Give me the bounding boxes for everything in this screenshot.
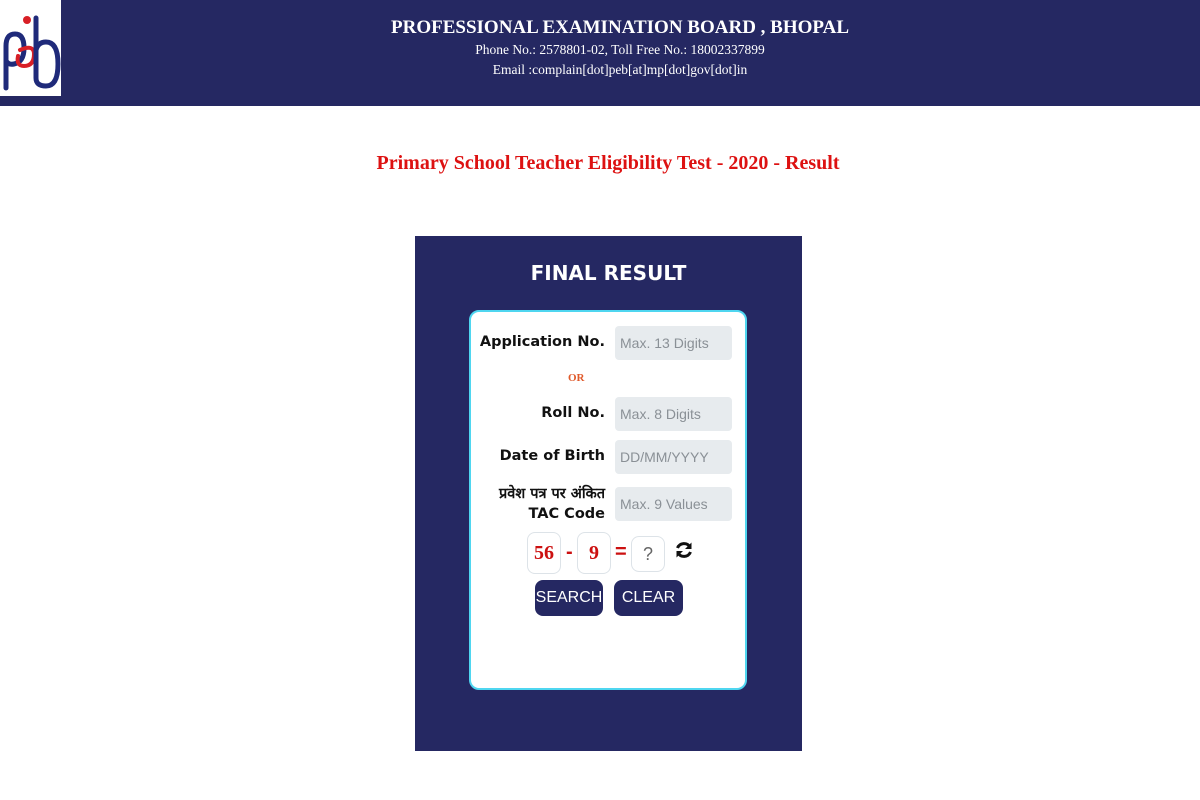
- phone-line: Phone No.: 2578801-02, Toll Free No.: 18…: [475, 42, 765, 57]
- refresh-icon[interactable]: [674, 540, 694, 565]
- captcha-operand-1: 56: [527, 532, 561, 574]
- roll-no-label: Roll No.: [541, 405, 605, 421]
- peb-logo[interactable]: [0, 0, 61, 96]
- application-no-label: Application No.: [479, 334, 605, 350]
- captcha-equals: =: [615, 541, 627, 563]
- tac-code-label: प्रवेश पत्र पर अंकित TAC Code: [499, 484, 605, 524]
- email-line: Email :complain[dot]peb[at]mp[dot]gov[do…: [492, 62, 748, 77]
- search-form-card: Application No. OR Roll No. Date of Birt…: [469, 310, 747, 690]
- or-separator: OR: [568, 372, 585, 384]
- org-name: PROFESSIONAL EXAMINATION BOARD , BHOPAL: [391, 17, 849, 38]
- dob-label: Date of Birth: [499, 448, 605, 464]
- tac-label-hindi: प्रवेश पत्र पर अंकित: [499, 486, 605, 502]
- tac-label-english: TAC Code: [528, 506, 606, 522]
- roll-no-input[interactable]: [615, 397, 732, 431]
- captcha-operand-2: 9: [577, 532, 611, 574]
- search-button[interactable]: SEARCH: [535, 580, 603, 616]
- captcha-operator: -: [566, 541, 573, 563]
- site-header: PROFESSIONAL EXAMINATION BOARD , BHOPAL …: [0, 0, 1200, 106]
- result-panel: FINAL RESULT Application No. OR Roll No.…: [415, 236, 802, 751]
- panel-heading: FINAL RESULT: [530, 261, 687, 285]
- captcha-answer-input[interactable]: [631, 536, 665, 572]
- application-no-input[interactable]: [615, 326, 732, 360]
- dob-input[interactable]: [615, 440, 732, 474]
- clear-button[interactable]: CLEAR: [614, 580, 683, 616]
- tac-code-input[interactable]: [615, 487, 732, 521]
- header-text-block: PROFESSIONAL EXAMINATION BOARD , BHOPAL …: [300, 16, 940, 80]
- peb-logo-icon: [3, 15, 61, 91]
- page-title: Primary School Teacher Eligibility Test …: [376, 152, 840, 174]
